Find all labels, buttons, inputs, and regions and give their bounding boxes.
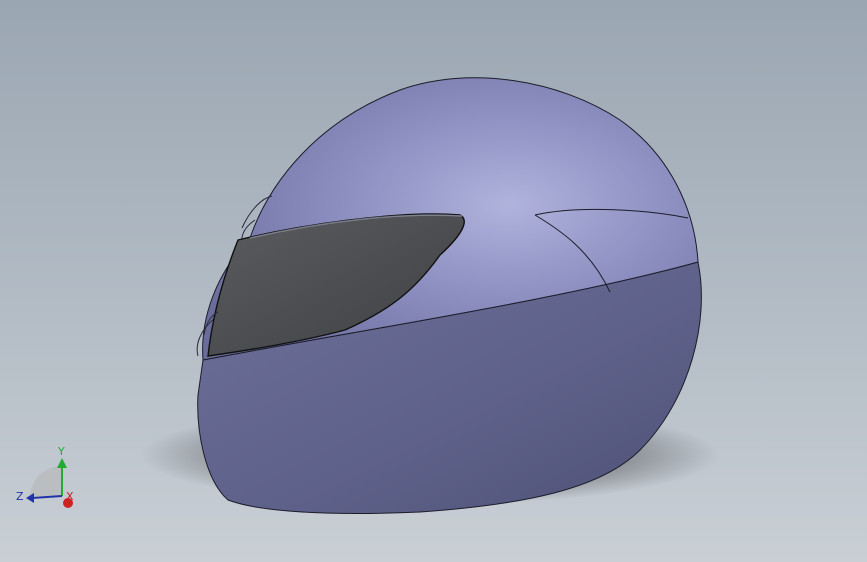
y-axis-label: Y [57,445,65,458]
model-view[interactable]: Y Z X [0,0,867,562]
x-axis-label: X [66,490,74,503]
z-axis-icon [31,495,63,499]
view-orientation-triad[interactable]: Y Z X [16,445,74,508]
z-axis-arrow-icon [26,493,34,503]
graphics-viewport[interactable]: Y Z X [0,0,867,562]
triad-quadrant [30,465,62,496]
z-axis-label: Z [16,490,24,503]
y-axis-arrow-icon [57,458,67,468]
